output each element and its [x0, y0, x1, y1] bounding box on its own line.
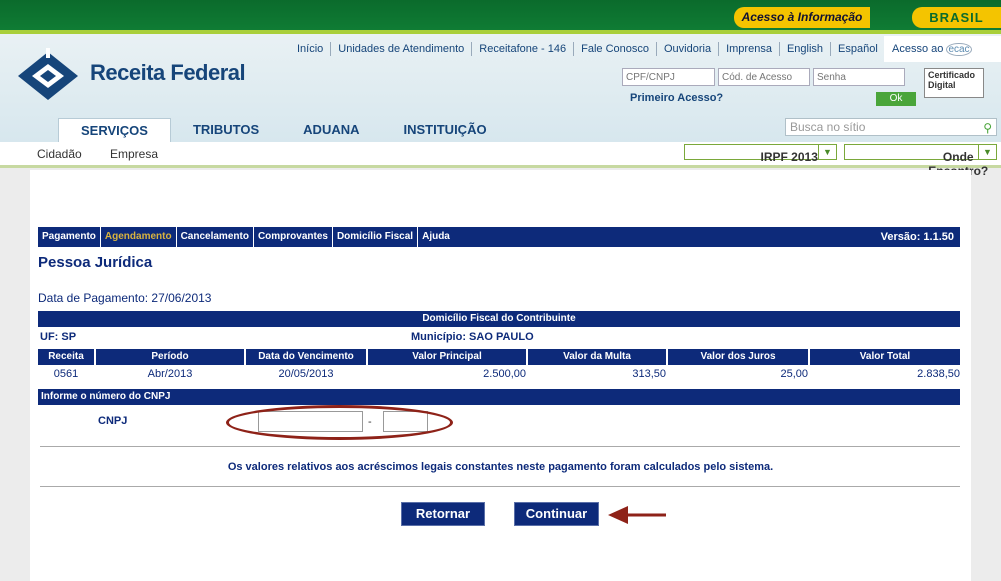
top-links: Início Unidades de Atendimento Receitafo…: [290, 42, 885, 56]
main-tabs: SERVIÇOS TRIBUTOS ADUANA INSTITUIÇÃO: [58, 118, 509, 142]
link-cidadao[interactable]: Cidadão: [37, 147, 82, 161]
search-icon[interactable]: ⚲: [983, 120, 992, 136]
link-inicio[interactable]: Início: [290, 42, 330, 56]
cell-receita: 0561: [53, 368, 79, 380]
link-espanol[interactable]: Español: [830, 42, 885, 56]
tab-tributos[interactable]: TRIBUTOS: [171, 118, 281, 142]
pointer-arrow-icon: [608, 506, 666, 524]
search-box[interactable]: Busca no sítio ⚲: [785, 118, 997, 136]
irpf-dropdown-label: IRPF 2013: [760, 150, 818, 164]
brasil-link[interactable]: BRASIL: [912, 7, 1001, 28]
menu-domicilio-fiscal[interactable]: Domicílio Fiscal: [333, 227, 419, 247]
table-row: 0561 Abr/2013 20/05/2013 2.500,00 313,50…: [38, 365, 960, 383]
logo-text[interactable]: Receita Federal: [90, 60, 246, 86]
highlight-oval: [226, 405, 453, 440]
link-imprensa[interactable]: Imprensa: [718, 42, 779, 56]
search-input[interactable]: Busca no sítio: [790, 120, 865, 134]
onde-encontro-dropdown[interactable]: Onde Encontro? ▼: [844, 144, 997, 178]
main-content: Pagamento Agendamento Cancelamento Compr…: [30, 170, 971, 581]
link-ouvidoria[interactable]: Ouvidoria: [656, 42, 718, 56]
domicilio-section-header: Domicílio Fiscal do Contribuinte: [38, 311, 960, 327]
link-empresa[interactable]: Empresa: [110, 147, 158, 161]
link-unidades[interactable]: Unidades de Atendimento: [330, 42, 471, 56]
calculation-note: Os valores relativos aos acréscimos lega…: [227, 461, 774, 473]
uf-value: UF: SP: [40, 331, 77, 343]
link-english[interactable]: English: [778, 42, 830, 56]
certificado-digital-button[interactable]: Certificado Digital: [924, 68, 984, 98]
data-pagamento: Data de Pagamento: 27/06/2013: [38, 291, 212, 305]
government-bar: Acesso à Informação BRASIL: [0, 0, 1001, 30]
col-receita: Receita: [38, 349, 94, 365]
version-label: Versão: 1.1.50: [880, 231, 954, 243]
cnpj-label: CNPJ: [98, 415, 128, 427]
ecac-icon: ecac: [946, 43, 972, 56]
cell-vencimento: 20/05/2013: [278, 368, 334, 380]
col-vencimento: Data do Vencimento: [246, 349, 366, 365]
col-valor-principal: Valor Principal: [368, 349, 526, 365]
tab-aduana[interactable]: ADUANA: [281, 118, 381, 142]
cell-valor-juros: 25,00: [780, 368, 808, 380]
codigo-acesso-input[interactable]: [718, 68, 810, 86]
menu-cancelamento[interactable]: Cancelamento: [177, 227, 254, 247]
chevron-down-icon: ▼: [978, 145, 996, 159]
link-receitafone[interactable]: Receitafone - 146: [471, 42, 573, 56]
acesso-informacao-link[interactable]: Acesso à Informação: [734, 7, 870, 28]
primeiro-acesso-link[interactable]: Primeiro Acesso?: [630, 92, 723, 104]
municipio-value: Município: SAO PAULO: [411, 331, 534, 343]
tab-servicos[interactable]: SERVIÇOS: [58, 118, 171, 142]
col-valor-juros: Valor dos Juros: [668, 349, 808, 365]
cell-valor-multa: 313,50: [632, 368, 666, 380]
menu-comprovantes[interactable]: Comprovantes: [254, 227, 333, 247]
acesso-ecac[interactable]: Acesso ao ecac: [884, 36, 1001, 62]
table-header: Receita Período Data do Vencimento Valor…: [38, 349, 960, 365]
continuar-button[interactable]: Continuar: [514, 502, 599, 526]
menu-agendamento[interactable]: Agendamento: [101, 227, 177, 247]
ok-button[interactable]: Ok: [876, 92, 916, 106]
divider: [40, 446, 960, 447]
chevron-down-icon: ▼: [818, 145, 836, 159]
link-fale-conosco[interactable]: Fale Conosco: [573, 42, 656, 56]
col-periodo: Período: [96, 349, 244, 365]
irpf-dropdown[interactable]: IRPF 2013 ▼: [684, 144, 837, 164]
page-title: Pessoa Jurídica: [38, 254, 153, 271]
cell-valor-principal: 2.500,00: [483, 368, 526, 380]
tab-instituicao[interactable]: INSTITUIÇÃO: [382, 118, 509, 142]
retornar-button[interactable]: Retornar: [401, 502, 485, 526]
divider: [40, 486, 960, 487]
acesso-ao-label: Acesso ao: [892, 43, 944, 55]
col-valor-total: Valor Total: [810, 349, 960, 365]
cnpj-section-header: Informe o número do CNPJ: [38, 389, 960, 405]
senha-input[interactable]: [813, 68, 905, 86]
sub-navigation: Cidadão Empresa IRPF 2013 ▼ Onde Encontr…: [0, 142, 1001, 178]
payment-table: Receita Período Data do Vencimento Valor…: [38, 349, 960, 383]
menu-ajuda[interactable]: Ajuda: [418, 227, 454, 247]
receita-federal-logo[interactable]: [10, 46, 88, 104]
cell-periodo: Abr/2013: [147, 368, 193, 380]
col-valor-multa: Valor da Multa: [528, 349, 666, 365]
site-header: Receita Federal Início Unidades de Atend…: [0, 30, 1001, 142]
cpf-cnpj-input[interactable]: [622, 68, 715, 86]
menu-pagamento[interactable]: Pagamento: [38, 227, 101, 247]
app-menubar: Pagamento Agendamento Cancelamento Compr…: [38, 227, 960, 247]
cell-valor-total: 2.838,50: [917, 368, 960, 380]
